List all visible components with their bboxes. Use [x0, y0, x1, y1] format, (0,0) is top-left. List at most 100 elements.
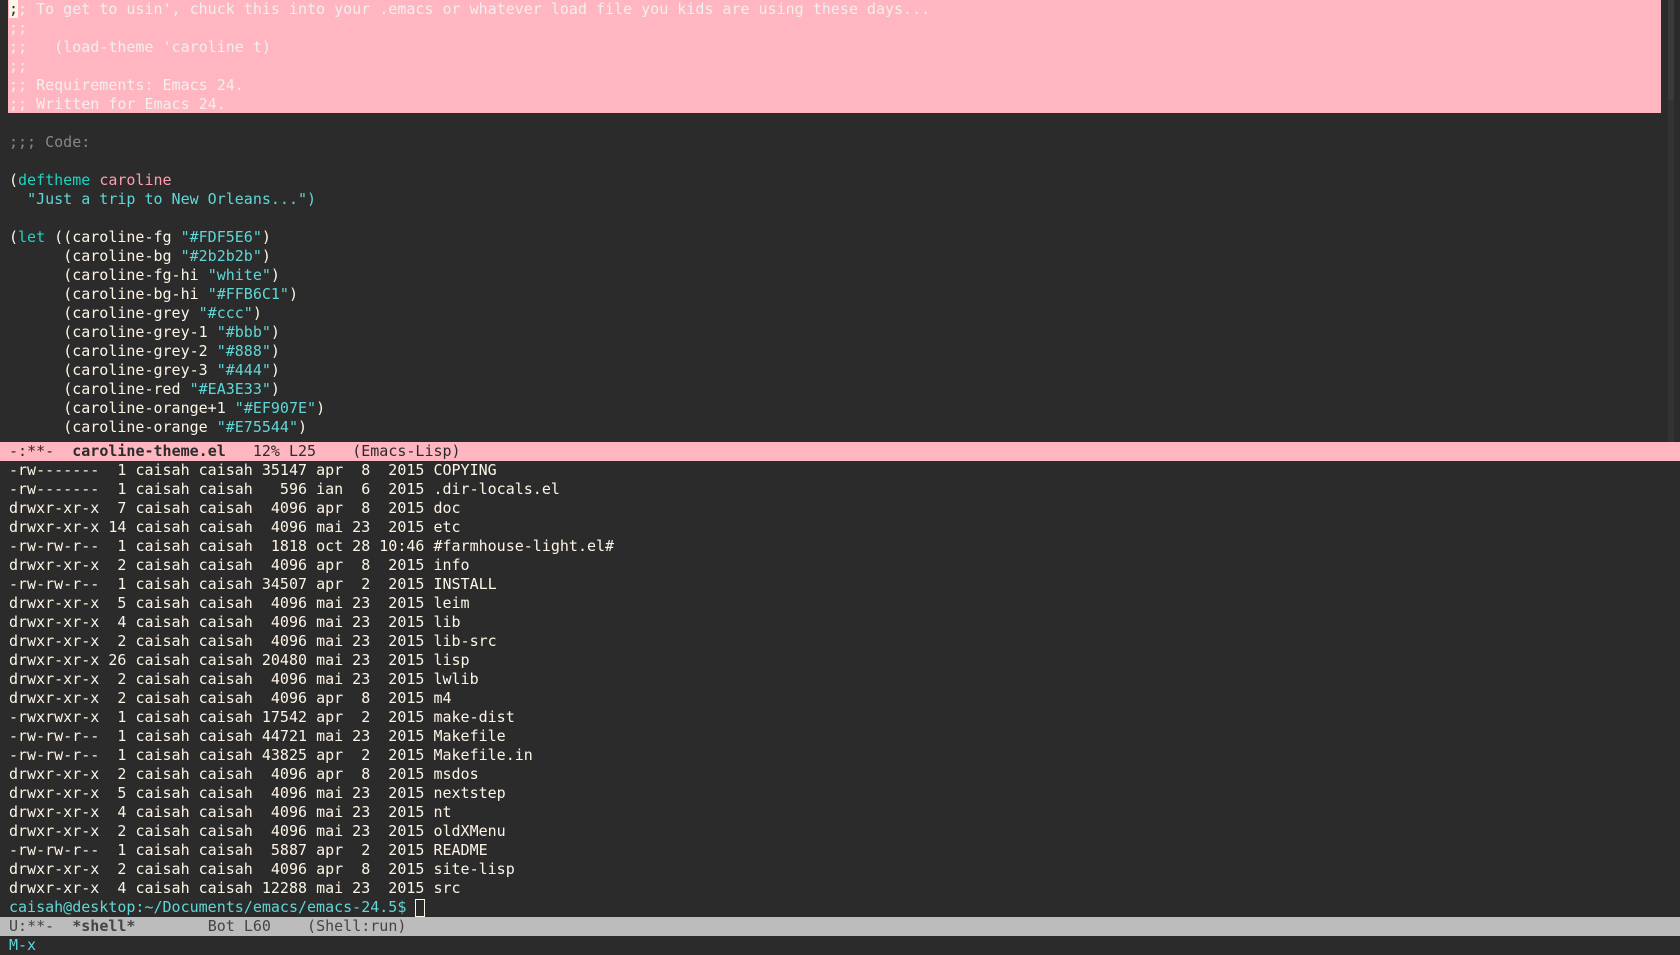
listing-owner: caisah	[135, 499, 190, 517]
listing-row: drwxr-xr-x 2 caisah caisah 4096 apr 8 20…	[9, 556, 1680, 575]
binding-name: (caroline-orange+1	[63, 399, 235, 417]
binding-name: (caroline-grey-1	[63, 323, 217, 341]
listing-row: drwxr-xr-x 2 caisah caisah 4096 apr 8 20…	[9, 860, 1680, 879]
listing-perms: -rwxrwxr-x	[9, 708, 100, 726]
comment-line: ;;	[9, 57, 28, 75]
listing-name: nt	[433, 803, 452, 821]
mode-line-buffer-name[interactable]: caroline-theme.el	[72, 442, 226, 460]
shell-buffer-text[interactable]: -rw------- 1 caisah caisah 35147 apr 8 2…	[9, 461, 1680, 917]
theme-name: caroline	[99, 171, 172, 189]
listing-links: 14	[108, 518, 127, 536]
listing-owner: caisah	[135, 632, 190, 650]
listing-owner: caisah	[135, 727, 190, 745]
let-binding-line: (caroline-orange "#E75544")	[9, 418, 1680, 437]
shell-cursor	[415, 898, 426, 917]
listing-group: caisah	[198, 632, 253, 650]
mode-line-editor: -:**- caroline-theme.el 12% L25 (Emacs-L…	[0, 442, 1680, 461]
listing-size: 1818	[261, 537, 308, 555]
listing-links: 1	[108, 708, 127, 726]
listing-row: drwxr-xr-x 7 caisah caisah 4096 apr 8 20…	[9, 499, 1680, 518]
shell-prompt-line[interactable]: caisah@desktop:~/Documents/emacs/emacs-2…	[9, 898, 1680, 917]
comment-line: ;; Requirements: Emacs 24.	[9, 76, 244, 94]
listing-links: 5	[108, 594, 127, 612]
listing-perms: drwxr-xr-x	[9, 594, 100, 612]
listing-date: mai 23 2015	[316, 727, 425, 745]
let-binding-line: (caroline-bg "#2b2b2b")	[9, 247, 1680, 266]
binding-value: "#FFB6C1"	[207, 285, 289, 303]
scroll-bar[interactable]	[1668, 0, 1674, 442]
listing-name: info	[433, 556, 470, 574]
let-binding-line: (caroline-grey-3 "#444")	[9, 361, 1680, 380]
listing-perms: drwxr-xr-x	[9, 499, 100, 517]
listing-links: 1	[108, 746, 127, 764]
listing-links: 4	[108, 803, 127, 821]
paren: (	[9, 171, 19, 189]
listing-name: m4	[433, 689, 452, 707]
binding-value: "#EA3E33"	[189, 380, 271, 398]
let-binding-line: (caroline-bg-hi "#FFB6C1")	[9, 285, 1680, 304]
listing-perms: drwxr-xr-x	[9, 879, 100, 897]
listing-group: caisah	[198, 803, 253, 821]
listing-group: caisah	[198, 575, 253, 593]
listing-date: mai 23 2015	[316, 651, 425, 669]
mode-line-major-mode[interactable]: (Emacs-Lisp)	[316, 442, 460, 460]
listing-date: apr 8 2015	[316, 556, 425, 574]
mode-line-major-mode[interactable]: (Shell:run)	[271, 917, 406, 935]
listing-links: 1	[108, 575, 127, 593]
scroll-thumb[interactable]	[1668, 0, 1674, 100]
listing-row: drwxr-xr-x 5 caisah caisah 4096 mai 23 2…	[9, 784, 1680, 803]
listing-group: caisah	[198, 841, 253, 859]
let-keyword: let	[18, 228, 46, 246]
listing-size: 4096	[261, 594, 308, 612]
listing-perms: drwxr-xr-x	[9, 689, 100, 707]
listing-name: INSTALL	[433, 575, 497, 593]
listing-perms: -rw-------	[9, 461, 100, 479]
binding-name: (caroline-bg	[63, 247, 181, 265]
listing-perms: drwxr-xr-x	[9, 518, 100, 536]
binding-close: )	[261, 247, 271, 265]
listing-perms: -rw-rw-r--	[9, 537, 100, 555]
comment-line: ;;	[9, 19, 28, 37]
listing-size: 4096	[261, 518, 308, 536]
listing-row: -rw-rw-r-- 1 caisah caisah 5887 apr 2 20…	[9, 841, 1680, 860]
listing-size: 596	[261, 480, 308, 498]
listing-owner: caisah	[135, 556, 190, 574]
text-cursor: ;	[9, 0, 19, 18]
listing-perms: drwxr-xr-x	[9, 784, 100, 802]
binding-close: )	[270, 361, 280, 379]
let-binding-line: (caroline-grey "#ccc")	[9, 304, 1680, 323]
listing-links: 1	[108, 537, 127, 555]
listing-perms: drwxr-xr-x	[9, 651, 100, 669]
minibuffer[interactable]: M-x	[9, 936, 36, 955]
listing-perms: -rw-rw-r--	[9, 575, 100, 593]
editor-window[interactable]: ;; To get to usin', chuck this into your…	[0, 0, 1680, 442]
editor-buffer-text[interactable]: ;; To get to usin', chuck this into your…	[9, 0, 1680, 437]
listing-date: apr 8 2015	[316, 689, 425, 707]
docstring-line: "Just a trip to New Orleans...")	[9, 190, 1680, 209]
listing-perms: drwxr-xr-x	[9, 860, 100, 878]
binding-value: "#bbb"	[216, 323, 271, 341]
listing-row: drwxr-xr-x 14 caisah caisah 4096 mai 23 …	[9, 518, 1680, 537]
listing-name: COPYING	[433, 461, 497, 479]
listing-date: apr 8 2015	[316, 765, 425, 783]
listing-links: 4	[108, 613, 127, 631]
listing-owner: caisah	[135, 860, 190, 878]
listing-links: 1	[108, 841, 127, 859]
listing-perms: drwxr-xr-x	[9, 613, 100, 631]
shell-window[interactable]: -rw------- 1 caisah caisah 35147 apr 8 2…	[0, 461, 1680, 917]
listing-row: drwxr-xr-x 2 caisah caisah 4096 mai 23 2…	[9, 670, 1680, 689]
listing-row: drwxr-xr-x 2 caisah caisah 4096 mai 23 2…	[9, 822, 1680, 841]
listing-owner: caisah	[135, 879, 190, 897]
listing-group: caisah	[198, 860, 253, 878]
binding-name: (caroline-red	[63, 380, 190, 398]
listing-name: lisp	[433, 651, 470, 669]
binding-value: "#444"	[216, 361, 271, 379]
listing-name: oldXMenu	[433, 822, 506, 840]
listing-name: lib	[433, 613, 461, 631]
listing-links: 1	[108, 480, 127, 498]
binding-close: )	[298, 418, 308, 436]
mode-line-buffer-name[interactable]: *shell*	[72, 917, 135, 935]
listing-size: 4096	[261, 689, 308, 707]
listing-date: mai 23 2015	[316, 822, 425, 840]
